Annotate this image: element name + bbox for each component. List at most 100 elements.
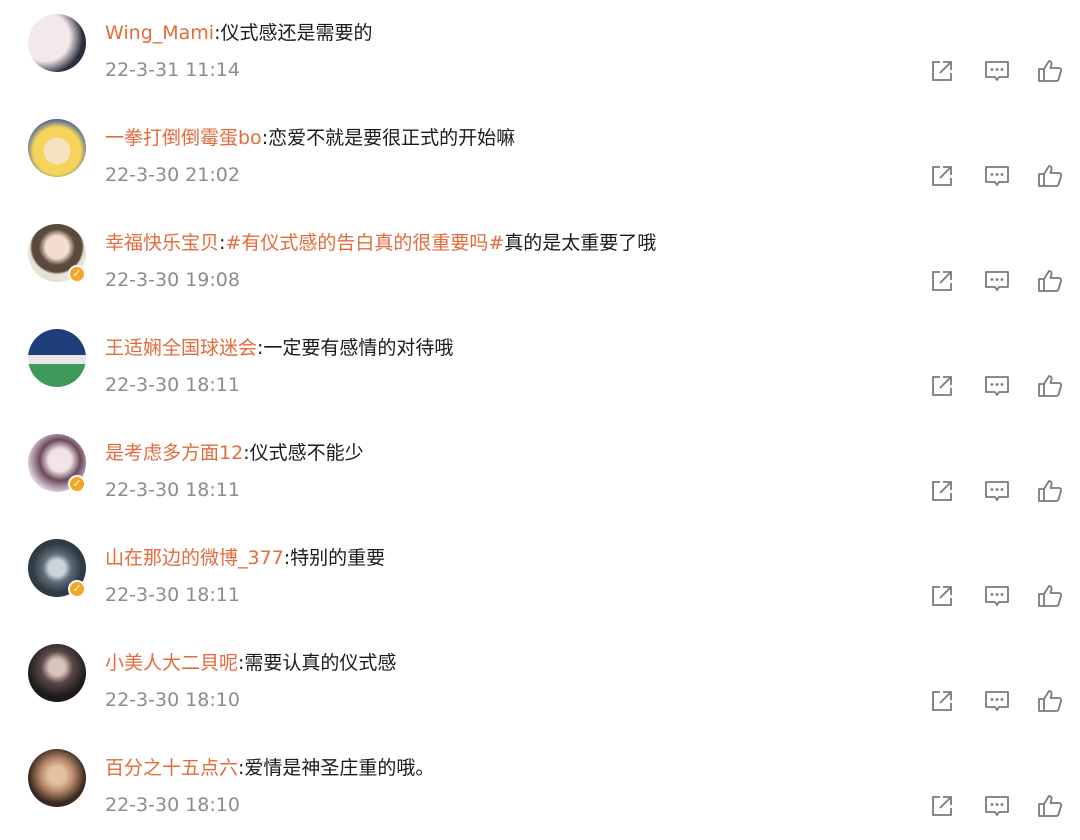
comment-icon — [985, 166, 1009, 186]
username-link[interactable]: 王适娴全国球迷会 — [105, 337, 257, 359]
comment-text: 仪式感不能少 — [249, 442, 364, 464]
like-button[interactable] — [1035, 791, 1065, 821]
comment-button[interactable] — [982, 56, 1012, 86]
timestamp: 22-3-30 19:08 — [105, 269, 240, 291]
comment-actions — [927, 371, 1067, 401]
comment-list: Wing_Mami:仪式感还是需要的 22-3-31 11:14 一拳打倒倒霉蛋… — [0, 0, 1080, 833]
share-button[interactable] — [927, 56, 957, 86]
username-link[interactable]: 小美人大二貝呢 — [105, 652, 238, 674]
share-button[interactable] — [927, 266, 957, 296]
avatar-container — [0, 735, 100, 835]
comment-button[interactable] — [982, 266, 1012, 296]
share-button[interactable] — [927, 476, 957, 506]
timestamp: 22-3-30 18:11 — [105, 374, 240, 396]
timestamp: 22-3-30 18:10 — [105, 794, 240, 816]
share-button[interactable] — [927, 581, 957, 611]
like-button[interactable] — [1035, 266, 1065, 296]
share-icon — [932, 691, 952, 711]
verified-icon: ✓ — [68, 475, 86, 493]
comment-item: ✓ 山在那边的微博_377:特别的重要 22-3-30 18:11 — [0, 525, 1080, 630]
avatar-container — [0, 0, 100, 100]
like-button[interactable] — [1035, 686, 1065, 716]
comment-icon — [985, 481, 1009, 501]
username-link[interactable]: 幸福快乐宝贝 — [105, 232, 219, 254]
share-icon — [932, 376, 952, 396]
comment-icon — [985, 61, 1009, 81]
avatar[interactable] — [28, 749, 86, 807]
timestamp: 22-3-31 11:14 — [105, 59, 240, 81]
comment-item: 百分之十五点六:爱情是神圣庄重的哦。 22-3-30 18:10 — [0, 735, 1080, 840]
comment-item: ✓ 幸福快乐宝贝:#有仪式感的告白真的很重要吗#真的是太重要了哦 22-3-30… — [0, 210, 1080, 315]
comment-actions — [927, 476, 1067, 506]
timestamp: 22-3-30 18:10 — [105, 689, 240, 711]
comment-icon — [985, 796, 1009, 816]
share-button[interactable] — [927, 791, 957, 821]
share-button[interactable] — [927, 161, 957, 191]
share-icon — [932, 271, 952, 291]
comment-text: 爱情是神圣庄重的哦。 — [244, 757, 435, 779]
comment-item: 小美人大二貝呢:需要认真的仪式感 22-3-30 18:10 — [0, 630, 1080, 735]
comment-text: 恋爱不就是要很正式的开始嘛 — [268, 127, 516, 149]
comment-icon — [985, 586, 1009, 606]
avatar-container — [0, 630, 100, 730]
comment-button[interactable] — [982, 161, 1012, 191]
avatar[interactable] — [28, 329, 86, 387]
share-icon — [932, 481, 952, 501]
hashtag-link[interactable]: #有仪式感的告白真的很重要吗# — [225, 232, 504, 254]
comment-button[interactable] — [982, 476, 1012, 506]
comment-button[interactable] — [982, 371, 1012, 401]
avatar[interactable] — [28, 644, 86, 702]
comment-button[interactable] — [982, 686, 1012, 716]
thumbs-up-icon — [1038, 60, 1063, 82]
comment-text-line: Wing_Mami:仪式感还是需要的 — [105, 20, 373, 46]
avatar-container: ✓ — [0, 210, 100, 310]
comment-text: 一定要有感情的对待哦 — [263, 337, 454, 359]
comment-item: Wing_Mami:仪式感还是需要的 22-3-31 11:14 — [0, 0, 1080, 105]
comment-icon — [985, 271, 1009, 291]
like-button[interactable] — [1035, 581, 1065, 611]
comment-actions — [927, 56, 1067, 86]
comment-actions — [927, 686, 1067, 716]
username-link[interactable]: 是考虑多方面12 — [105, 442, 243, 464]
avatar[interactable] — [28, 14, 86, 72]
username-link[interactable]: 山在那边的微博_377 — [105, 547, 284, 569]
username-link[interactable]: Wing_Mami — [105, 22, 214, 44]
comment-button[interactable] — [982, 581, 1012, 611]
comment-icon — [985, 376, 1009, 396]
timestamp: 22-3-30 18:11 — [105, 479, 240, 501]
thumbs-up-icon — [1038, 375, 1063, 397]
comment-text-line: 百分之十五点六:爱情是神圣庄重的哦。 — [105, 755, 434, 781]
thumbs-up-icon — [1038, 690, 1063, 712]
comment-text: 需要认真的仪式感 — [244, 652, 397, 674]
comment-item: ✓ 是考虑多方面12:仪式感不能少 22-3-30 18:11 — [0, 420, 1080, 525]
comment-text-line: 山在那边的微博_377:特别的重要 — [105, 545, 385, 571]
avatar[interactable] — [28, 119, 86, 177]
comment-actions — [927, 581, 1067, 611]
like-button[interactable] — [1035, 476, 1065, 506]
thumbs-up-icon — [1038, 270, 1063, 292]
share-icon — [932, 796, 952, 816]
comment-actions — [927, 791, 1067, 821]
comment-text-line: 小美人大二貝呢:需要认真的仪式感 — [105, 650, 396, 676]
username-link[interactable]: 百分之十五点六 — [105, 757, 238, 779]
like-button[interactable] — [1035, 56, 1065, 86]
comment-text: 仪式感还是需要的 — [220, 22, 373, 44]
comment-text: 特别的重要 — [290, 547, 386, 569]
avatar-container — [0, 315, 100, 415]
share-icon — [932, 61, 952, 81]
share-icon — [932, 586, 952, 606]
comment-button[interactable] — [982, 791, 1012, 821]
comment-actions — [927, 266, 1067, 296]
comment-text-line: 是考虑多方面12:仪式感不能少 — [105, 440, 364, 466]
comment-text: 真的是太重要了哦 — [504, 232, 657, 254]
like-button[interactable] — [1035, 161, 1065, 191]
comment-icon — [985, 691, 1009, 711]
like-button[interactable] — [1035, 371, 1065, 401]
timestamp: 22-3-30 21:02 — [105, 164, 240, 186]
username-link[interactable]: 一拳打倒倒霉蛋bo — [105, 127, 262, 149]
share-button[interactable] — [927, 686, 957, 716]
avatar-container: ✓ — [0, 420, 100, 520]
verified-icon: ✓ — [68, 265, 86, 283]
share-button[interactable] — [927, 371, 957, 401]
timestamp: 22-3-30 18:11 — [105, 584, 240, 606]
